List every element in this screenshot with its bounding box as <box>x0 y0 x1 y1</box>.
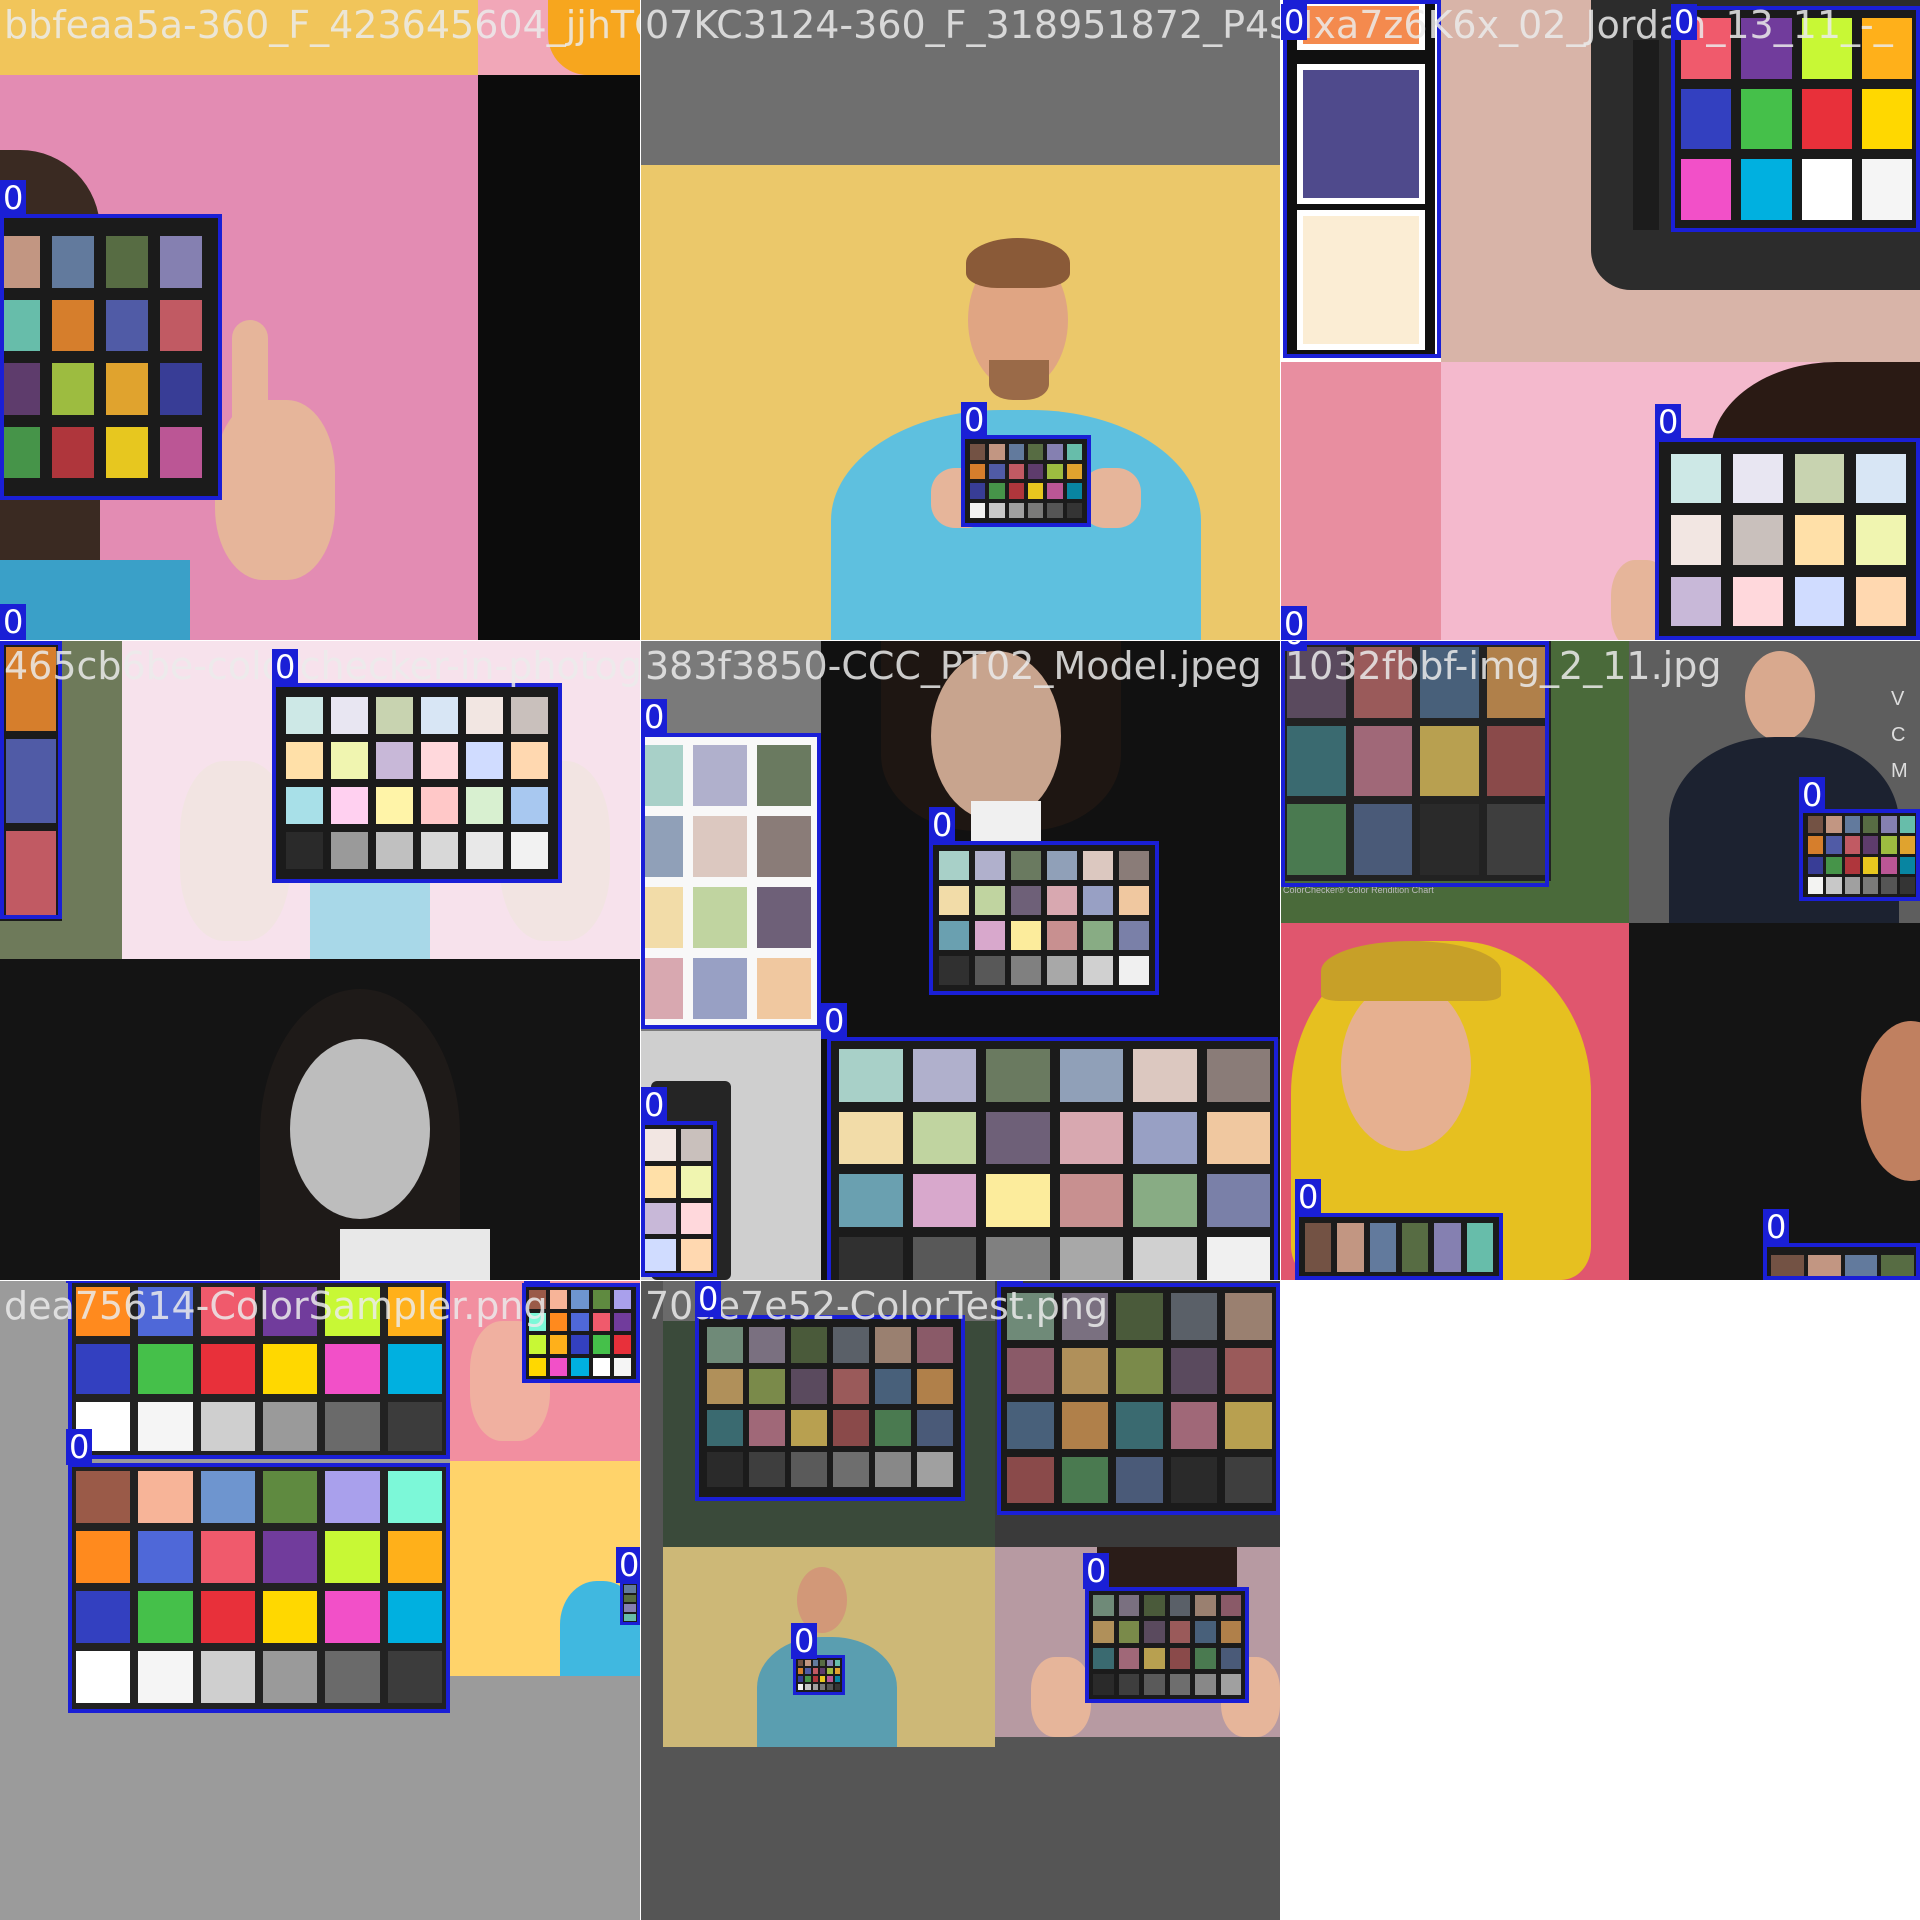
class-tag: 0 <box>1763 1209 1790 1245</box>
detection-box <box>961 435 1091 527</box>
class-tag: 0 <box>524 1281 551 1283</box>
class-tag: 0 <box>641 699 668 735</box>
class-tag: 0 <box>1799 777 1826 813</box>
class-tag: 0 <box>616 1547 640 1583</box>
man-portrait <box>641 0 1280 640</box>
detection-box <box>1283 0 1441 358</box>
tile-3: 0 0 0 0 Nxa7z6K6x_02_Jordan_13_11_-_ <box>1281 0 1920 640</box>
filename-label: 1032fbbf-img_2_11.jpg <box>1285 644 1722 688</box>
detection-box <box>1763 1243 1920 1280</box>
class-tag: 0 <box>961 402 988 438</box>
filename-label: 07KC3124-360_F_318951872_P4soW <box>645 3 1280 47</box>
class-tag: 0 <box>1671 4 1698 40</box>
class-tag: 0 <box>1655 404 1682 440</box>
man-portrait-small <box>663 1547 995 1747</box>
woman-bw <box>0 959 640 1280</box>
side-text: V C M <box>1891 688 1908 782</box>
class-tag: 0 <box>1281 641 1308 651</box>
class-tag: 0 <box>0 180 27 216</box>
class-tag: 0 <box>66 1281 93 1283</box>
tile-9-empty <box>1281 1281 1920 1920</box>
class-tag: 0 <box>641 1087 668 1123</box>
detection-box <box>0 214 222 500</box>
detection-box <box>641 733 821 1029</box>
detection-box <box>1799 809 1920 901</box>
filename-label: Nxa7z6K6x_02_Jordan_13_11_-_ <box>1285 3 1893 47</box>
tile-8: 0 0 0 0 70ae7e52-ColorTest.png <box>641 1281 1280 1920</box>
tile-5: 0 0 0 0 383f3850-CCC_PT02_Model.jpeg <box>641 641 1280 1280</box>
tile-2: 0 07KC3124-360_F_318951872_P4soW <box>641 0 1280 640</box>
tile-4: 0 465cb6be-colorchecker-in-photography.w… <box>0 641 640 1280</box>
class-tag: 0 <box>821 1003 848 1039</box>
detection-box <box>1295 1213 1503 1280</box>
woman-shirt <box>0 560 190 640</box>
filename-label: dea75614-ColorSampler.png <box>4 1284 548 1328</box>
class-tag: 0 <box>929 807 956 843</box>
class-tag: 0 <box>1295 1179 1322 1215</box>
filename-label: 465cb6be-colorchecker-in-photography.web… <box>4 644 640 688</box>
detection-box <box>272 683 562 883</box>
detection-box <box>641 1121 717 1277</box>
tile-6: ColorChecker® Color Rendition Chart 0 V … <box>1281 641 1920 1280</box>
class-tag: 0 <box>1083 1553 1110 1589</box>
detection-box <box>1655 438 1920 640</box>
class-tag: 0 <box>272 649 299 685</box>
class-tag: 0 <box>0 604 27 640</box>
detection-box <box>620 1581 640 1625</box>
class-tag: 0 <box>997 1281 1024 1285</box>
filename-label: 383f3850-CCC_PT02_Model.jpeg <box>645 644 1262 688</box>
class-tag: 0 <box>695 1281 722 1317</box>
class-tag: 0 <box>1281 606 1308 640</box>
detection-box <box>793 1655 845 1695</box>
detection-box <box>1085 1587 1249 1703</box>
detection-box <box>827 1037 1278 1280</box>
detection-box <box>695 1315 965 1501</box>
class-tag: 0 <box>791 1623 818 1659</box>
detection-box <box>929 841 1159 995</box>
tile-7: 0 0 0 0 dea75614-ColorSampler.png <box>0 1281 640 1920</box>
class-tag: 0 <box>1281 4 1308 40</box>
class-tag: 0 <box>66 1429 93 1465</box>
tile-1: 0 0 bbfeaa5a-360_F_423645604_jjhTQm <box>0 0 640 640</box>
filename-label: bbfeaa5a-360_F_423645604_jjhTQm <box>4 3 640 47</box>
detection-box <box>68 1463 450 1713</box>
mosaic-grid: 0 0 bbfeaa5a-360_F_423645604_jjhTQm 0 07… <box>0 0 1920 1920</box>
